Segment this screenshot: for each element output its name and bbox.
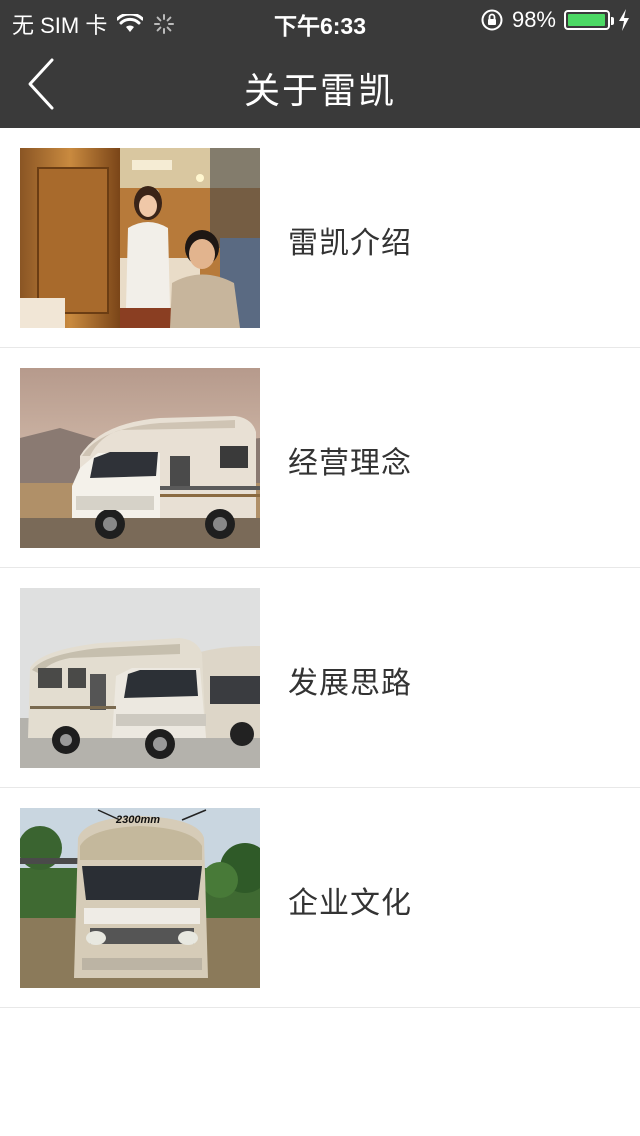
- rotation-lock-icon: [480, 8, 504, 32]
- thumbnail-image: [20, 588, 260, 768]
- status-right: 98%: [480, 7, 630, 33]
- battery-icon: [564, 10, 614, 30]
- battery-percent: 98%: [511, 7, 556, 32]
- list-item-label: 发展思路: [288, 666, 412, 701]
- thumbnail-image: [20, 148, 260, 328]
- thumbnail-image: 2300mm: [20, 808, 260, 988]
- charging-bolt-icon: [618, 9, 630, 31]
- about-list: 雷凯介绍 经营理念 发展思路 2300mm 企业文化: [0, 128, 640, 1008]
- status-bar: 无 SIM 卡 下午6:33 98%: [0, 0, 640, 40]
- list-item-philosophy[interactable]: 经营理念: [0, 348, 640, 568]
- navigation-bar: 关于雷凯: [0, 40, 640, 128]
- rv-width-annotation: 2300mm: [115, 814, 160, 826]
- list-item-label: 经营理念: [288, 446, 412, 481]
- list-item-development[interactable]: 发展思路: [0, 568, 640, 788]
- page-title: 关于雷凯: [243, 71, 396, 112]
- list-item-culture[interactable]: 2300mm 企业文化: [0, 788, 640, 1008]
- list-item-label: 雷凯介绍: [288, 226, 412, 261]
- thumbnail-image: [20, 368, 260, 548]
- list-item-label: 企业文化: [288, 886, 412, 921]
- list-item-introduction[interactable]: 雷凯介绍: [0, 128, 640, 348]
- battery-fill: [568, 14, 606, 26]
